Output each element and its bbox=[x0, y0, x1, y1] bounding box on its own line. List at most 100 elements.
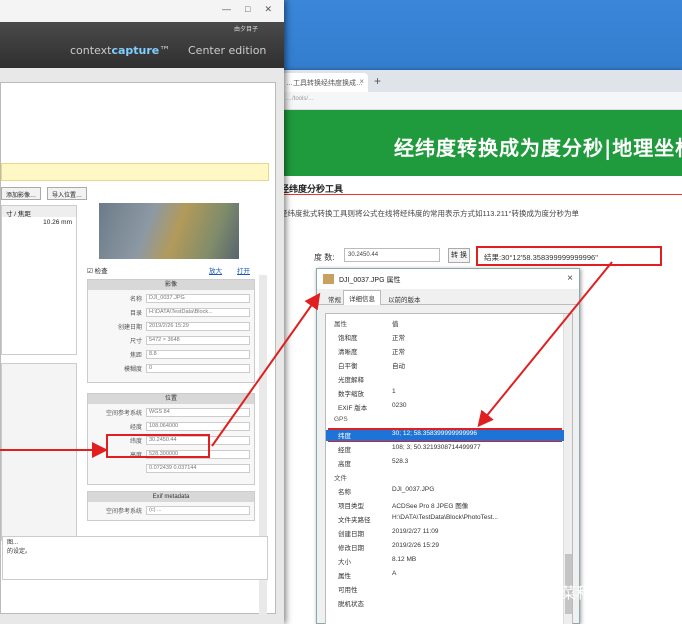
zoom-link[interactable]: 放大 bbox=[209, 265, 222, 275]
property-row[interactable]: 创建日期 2019/2/27 11:09 bbox=[326, 528, 564, 539]
property-key: 文件夹路径 bbox=[338, 517, 371, 524]
panel-header: Exif metadata bbox=[88, 492, 254, 502]
property-key: 可用性 bbox=[338, 587, 358, 594]
tab-details[interactable]: 详细信息 bbox=[343, 290, 381, 305]
latitude-highlight-box bbox=[106, 434, 210, 458]
property-value: 108; 3; 50.3219308714499977 bbox=[392, 444, 481, 451]
property-row[interactable]: 大小 8.12 MB bbox=[326, 556, 564, 567]
property-row[interactable]: 经度 108; 3; 50.3219308714499977 bbox=[326, 444, 564, 455]
close-icon[interactable]: ✕ bbox=[264, 4, 272, 14]
browser-tabbar: …工具转换经纬度换成… × + bbox=[262, 70, 682, 92]
field-value[interactable]: (c) ... bbox=[146, 506, 250, 515]
field-value[interactable]: 2019/2/26 15:29 bbox=[146, 322, 250, 331]
field-value[interactable]: WGS 84 bbox=[146, 408, 250, 417]
brand-logo: contextcapture™ bbox=[70, 44, 171, 57]
property-field: 名称 DJI_0037.JPG bbox=[88, 294, 256, 304]
property-value: H:\DATA\TestData\Block\PhotoTest... bbox=[392, 514, 498, 521]
property-key: 文件 bbox=[334, 475, 347, 482]
property-key: 修改日期 bbox=[338, 545, 364, 552]
property-row[interactable]: 项目类型 ACDSee Pro 8 JPEG 图像 bbox=[326, 500, 564, 511]
dialog-title: DJI_0037.JPG 属性 bbox=[339, 277, 401, 284]
property-row[interactable]: 名称 DJI_0037.JPG bbox=[326, 486, 564, 497]
field-label: 经度 bbox=[129, 425, 142, 431]
property-row[interactable]: 修改日期 2019/2/26 15:29 bbox=[326, 542, 564, 553]
property-field: 创建日期 2019/2/26 15:29 bbox=[88, 322, 256, 332]
notice-bar bbox=[1, 163, 269, 181]
property-key: 数字缩放 bbox=[338, 391, 364, 398]
maximize-icon[interactable]: □ bbox=[245, 4, 250, 14]
property-field: 空间参考系统 WGS 84 bbox=[88, 408, 256, 418]
property-value: 30; 12; 58.358399999999996 bbox=[392, 430, 477, 437]
latitude-row[interactable]: 纬度 30; 12; 58.358399999999996 bbox=[326, 430, 564, 441]
property-value: 正常 bbox=[392, 335, 405, 342]
dialog-titlebar: DJI_0037.JPG 属性 × bbox=[317, 269, 579, 289]
property-field: 焦距 8.8 bbox=[88, 350, 256, 360]
property-row[interactable]: 清晰度 正常 bbox=[326, 346, 564, 357]
property-key: 属性 bbox=[338, 573, 351, 580]
property-value: 1 bbox=[392, 388, 396, 395]
property-key: 清晰度 bbox=[338, 349, 358, 356]
minimize-icon[interactable]: — bbox=[222, 4, 231, 14]
field-value[interactable]: H:\DATA\TestData\Block... bbox=[146, 308, 250, 317]
field-value[interactable]: 5472 × 3648 bbox=[146, 336, 250, 345]
tool-description: 经纬度批式转换工具则将公式在线将经纬度的常用表示方式如113.211°转换成为度… bbox=[280, 209, 579, 218]
log-panel: 图... 的设定。 bbox=[2, 536, 268, 580]
tab-previous-versions[interactable]: 以前的版本 bbox=[383, 292, 426, 306]
check-link[interactable]: ☑ 检查 bbox=[87, 265, 108, 275]
add-photos-button[interactable]: 添加影像… bbox=[1, 187, 42, 200]
property-value: 值 bbox=[392, 321, 399, 328]
property-key: 高度 bbox=[338, 461, 351, 468]
property-row[interactable]: EXIF 版本 0230 bbox=[326, 402, 564, 413]
property-row[interactable]: 数字缩放 1 bbox=[326, 388, 564, 399]
banner-title: 经纬度转换成为度分秒|地理坐标 bbox=[394, 136, 682, 160]
field-label: 焦距 bbox=[129, 353, 142, 359]
contextcapture-window: — □ ✕ 由夕目子 contextcapture™ Center edition … bbox=[0, 0, 284, 624]
property-row[interactable]: 饱和度 正常 bbox=[326, 332, 564, 343]
watermark-text: 小白的菜和定方 bbox=[516, 584, 622, 602]
open-link[interactable]: 打开 bbox=[237, 265, 250, 275]
browser-tab[interactable]: …工具转换经纬度换成… × bbox=[280, 73, 368, 92]
new-tab-icon[interactable]: + bbox=[374, 74, 381, 88]
tab-title: …工具转换经纬度换成… bbox=[286, 80, 363, 87]
convert-button[interactable]: 转 换 bbox=[448, 248, 470, 263]
property-field: 经度 108.064000 bbox=[88, 422, 256, 432]
import-positions-button[interactable]: 导入位置… bbox=[47, 187, 88, 200]
field-value[interactable]: 0 bbox=[146, 364, 250, 373]
brand-part-a: context bbox=[70, 44, 112, 57]
window-titlebar: — □ ✕ bbox=[0, 0, 284, 22]
close-icon[interactable]: × bbox=[567, 273, 573, 284]
property-row[interactable]: 光度解释 bbox=[326, 374, 564, 385]
site-banner: 经纬度转换成为度分秒|地理坐标 bbox=[280, 110, 682, 176]
property-key: 项目类型 bbox=[338, 503, 364, 510]
address-bar[interactable]: …/tools/… bbox=[262, 92, 682, 110]
photo-properties-panel: 影像 名称 DJI_0037.JPG 目录 H:\DATA\TestData\Bloc… bbox=[87, 279, 255, 383]
property-value: 0230 bbox=[392, 402, 407, 409]
property-key: 白平衡 bbox=[338, 363, 358, 370]
property-row[interactable]: 文件夹路径 H:\DATA\TestData\Block\PhotoTest... bbox=[326, 514, 564, 525]
property-key: 饱和度 bbox=[338, 335, 358, 342]
result-output: 结果:30°12'58.358399999999996" bbox=[476, 246, 662, 266]
property-row[interactable]: 高度 528.3 bbox=[326, 458, 564, 469]
property-field: 0.072439 0.037144 bbox=[88, 464, 256, 474]
list-cell[interactable]: 10.26 mm bbox=[2, 217, 76, 228]
edition-label: Center edition bbox=[188, 44, 267, 57]
field-value[interactable]: DJI_0037.JPG bbox=[146, 294, 250, 303]
user-label[interactable]: 由夕目子 bbox=[234, 24, 258, 33]
degree-input[interactable]: 30.2450.44 bbox=[344, 248, 440, 262]
property-key: 名称 bbox=[338, 489, 351, 496]
property-value: 2019/2/26 15:29 bbox=[392, 542, 439, 549]
property-key: 纬度 bbox=[338, 433, 351, 440]
field-label: 创建日期 bbox=[117, 325, 142, 331]
property-key: 经度 bbox=[338, 447, 351, 454]
property-row[interactable]: 白平衡 自动 bbox=[326, 360, 564, 371]
field-value[interactable]: 0.072439 0.037144 bbox=[146, 464, 250, 473]
property-value: 8.12 MB bbox=[392, 556, 417, 563]
file-properties-dialog: DJI_0037.JPG 属性 × 常规 详细信息 以前的版本 属性值饱和度 正常… bbox=[316, 268, 580, 624]
field-label: 目录 bbox=[129, 311, 142, 317]
field-value[interactable]: 108.064000 bbox=[146, 422, 250, 431]
property-value: DJI_0037.JPG bbox=[392, 486, 435, 493]
property-key: 光度解释 bbox=[338, 377, 364, 384]
field-value[interactable]: 8.8 bbox=[146, 350, 250, 359]
window-controls: — □ ✕ bbox=[208, 4, 272, 15]
close-icon[interactable]: × bbox=[359, 77, 364, 86]
